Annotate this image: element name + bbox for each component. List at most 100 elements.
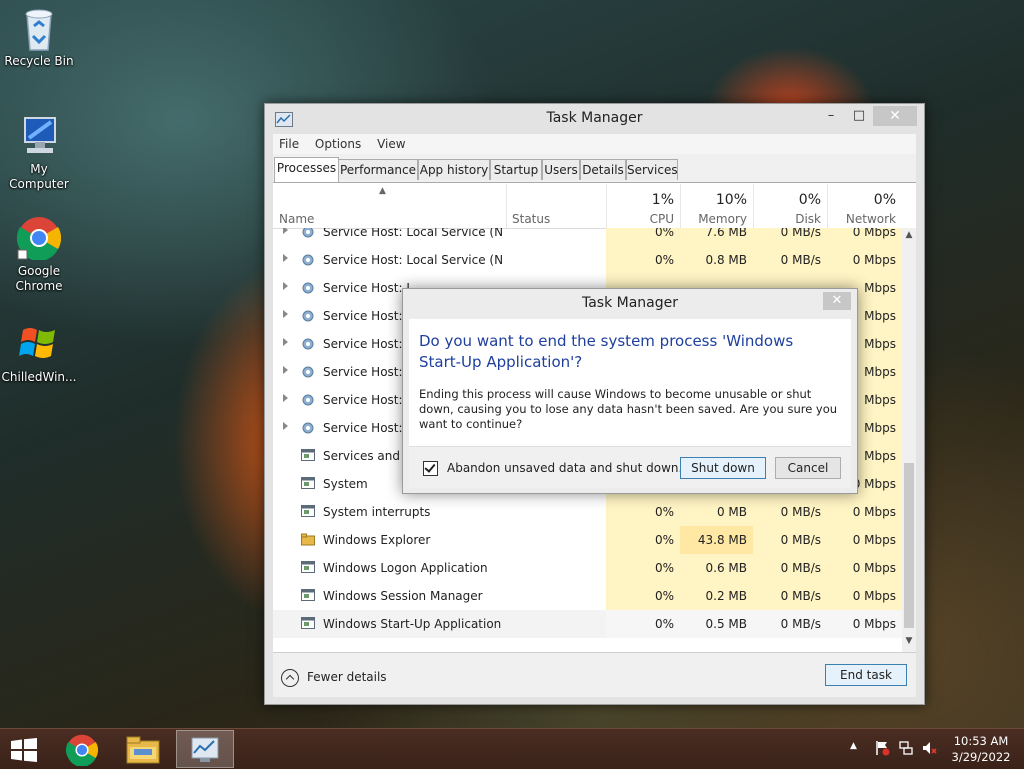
process-row[interactable]: System interrupts 0% 0 MB 0 MB/s 0 Mbps <box>273 498 902 526</box>
desktop-icon-google-chrome[interactable]: Google Chrome <box>0 216 78 294</box>
windows-flag-icon <box>17 322 61 366</box>
process-disk-cell: 0 MB/s <box>753 610 827 638</box>
dialog-close-button[interactable]: ✕ <box>823 292 851 310</box>
tab-startup[interactable]: Startup <box>490 159 542 180</box>
process-row[interactable]: Windows Start-Up Application 0% 0.5 MB 0 MB… <box>273 610 902 638</box>
desktop-icon-label: Recycle Bin <box>4 54 74 68</box>
clock-date[interactable]: 3/29/2022 <box>946 750 1016 764</box>
column-label: Status <box>512 212 551 226</box>
tab-app-history[interactable]: App history <box>418 159 490 180</box>
expand-arrow-icon[interactable] <box>283 338 288 346</box>
process-name: Service Host: Local Service (No I... <box>323 253 503 267</box>
process-name: Service Host: Local Service (Net... <box>323 228 503 239</box>
process-row[interactable]: Windows Logon Application 0% 0.6 MB 0 MB/s 0… <box>273 554 902 582</box>
taskbar-task-manager[interactable] <box>176 730 234 768</box>
windows-logo-icon <box>11 738 37 765</box>
process-row[interactable]: Service Host: Local Service (No I... 0%0.… <box>273 246 902 274</box>
computer-icon <box>17 114 61 158</box>
network-percent: 0% <box>873 192 896 208</box>
tab-details[interactable]: Details <box>580 159 626 180</box>
desktop-icon-my-computer[interactable]: My Computer <box>0 114 78 192</box>
process-disk-cell: 0 MB/s <box>753 498 827 526</box>
gear-icon <box>301 281 315 294</box>
fewer-details-label: Fewer details <box>307 670 387 684</box>
maximize-button[interactable]: □ <box>846 106 872 126</box>
footer-bar: Fewer details End task <box>273 652 916 697</box>
expand-arrow-icon[interactable] <box>283 310 288 318</box>
process-disk-cell: 0 MB/s <box>753 246 827 274</box>
start-button[interactable] <box>0 730 48 768</box>
column-header-row: ▲ Name Status 1% CPU 10% Memory 0% Disk … <box>273 184 916 229</box>
desktop-icon-label: ChilledWin... <box>1 370 77 384</box>
network-icon[interactable] <box>898 740 914 759</box>
tab-users[interactable]: Users <box>542 159 580 180</box>
app-window-icon <box>301 561 315 574</box>
process-memory-cell: 43.8 MB <box>680 526 753 554</box>
scroll-up-icon[interactable]: ▲ <box>904 230 914 242</box>
end-process-dialog: Task Manager ✕ Do you want to end the sy… <box>402 288 858 494</box>
tab-processes[interactable]: Processes <box>274 157 339 182</box>
process-cpu-cell: 0% <box>606 610 680 638</box>
tray-expand-icon[interactable]: ▲ <box>850 741 857 751</box>
task-manager-icon <box>190 736 220 767</box>
process-cpu-cell: 0% <box>606 246 680 274</box>
expand-arrow-icon[interactable] <box>283 228 288 234</box>
process-network-cell: 0 Mbps <box>827 246 902 274</box>
column-label: Network <box>845 212 896 226</box>
column-header-network[interactable]: 0% Network <box>827 184 902 228</box>
process-disk-cell: 0 MB/s <box>753 526 827 554</box>
disk-percent: 0% <box>798 192 821 208</box>
desktop-icon-label: Google Chrome <box>15 264 63 293</box>
expand-arrow-icon[interactable] <box>283 282 288 290</box>
scroll-down-icon[interactable]: ▼ <box>904 636 914 648</box>
minimize-button[interactable]: – <box>818 106 844 126</box>
menu-options[interactable]: Options <box>309 134 367 154</box>
taskbar-file-explorer[interactable] <box>116 730 172 768</box>
menu-bar: File Options View <box>273 134 916 154</box>
process-cpu-cell: 0% <box>606 228 680 246</box>
volume-muted-icon[interactable] <box>921 740 937 759</box>
app-window-icon <box>301 449 315 462</box>
process-network-cell: 0 Mbps <box>827 554 902 582</box>
cancel-button[interactable]: Cancel <box>775 457 841 479</box>
recycle-bin-icon <box>17 6 61 51</box>
dialog-body: Do you want to end the system process 'W… <box>409 319 851 446</box>
column-header-disk[interactable]: 0% Disk <box>753 184 828 228</box>
process-network-cell: 0 Mbps <box>827 582 902 610</box>
app-window-icon <box>301 505 315 518</box>
action-center-flag-icon[interactable] <box>874 740 890 759</box>
tab-services[interactable]: Services <box>626 159 678 180</box>
process-row[interactable]: Windows Session Manager 0% 0.2 MB 0 MB/s 0 M… <box>273 582 902 610</box>
expand-arrow-icon[interactable] <box>283 422 288 430</box>
vertical-scrollbar[interactable]: ▲ ▼ <box>902 228 916 652</box>
close-button[interactable]: ✕ <box>873 106 917 126</box>
column-header-memory[interactable]: 10% Memory <box>680 184 754 228</box>
shut-down-button[interactable]: Shut down <box>680 457 766 479</box>
desktop-icon-recycle-bin[interactable]: Recycle Bin <box>0 6 78 69</box>
end-task-button[interactable]: End task <box>825 664 907 686</box>
fewer-details-button[interactable]: Fewer details <box>281 667 387 687</box>
expand-arrow-icon[interactable] <box>283 254 288 262</box>
expand-arrow-icon[interactable] <box>283 394 288 402</box>
process-network-cell: 0 Mbps <box>827 526 902 554</box>
checkbox-label[interactable]: Abandon unsaved data and shut down. <box>447 461 682 475</box>
column-header-cpu[interactable]: 1% CPU <box>606 184 681 228</box>
title-bar[interactable]: Task Manager – □ ✕ <box>265 104 924 134</box>
menu-view[interactable]: View <box>371 134 411 154</box>
tab-performance[interactable]: Performance <box>338 159 418 180</box>
process-memory-cell: 0.2 MB <box>680 582 753 610</box>
menu-file[interactable]: File <box>273 134 305 154</box>
gear-icon <box>301 421 315 434</box>
column-header-status[interactable]: Status <box>506 184 607 228</box>
abandon-data-checkbox[interactable] <box>423 461 438 476</box>
scroll-thumb[interactable] <box>904 463 914 628</box>
column-header-name[interactable]: ▲ Name <box>273 184 507 228</box>
process-row[interactable]: Windows Explorer 0% 43.8 MB 0 MB/s 0 Mbps <box>273 526 902 554</box>
sort-arrow-icon: ▲ <box>379 186 386 196</box>
process-row[interactable]: Service Host: Local Service (Net... 0%7.6… <box>273 228 902 246</box>
process-network-cell: 0 Mbps <box>827 610 902 638</box>
taskbar-chrome[interactable] <box>54 730 110 768</box>
expand-arrow-icon[interactable] <box>283 366 288 374</box>
clock-time[interactable]: 10:53 AM <box>946 734 1016 748</box>
desktop-icon-chilledwin[interactable]: ChilledWin... <box>0 322 78 385</box>
